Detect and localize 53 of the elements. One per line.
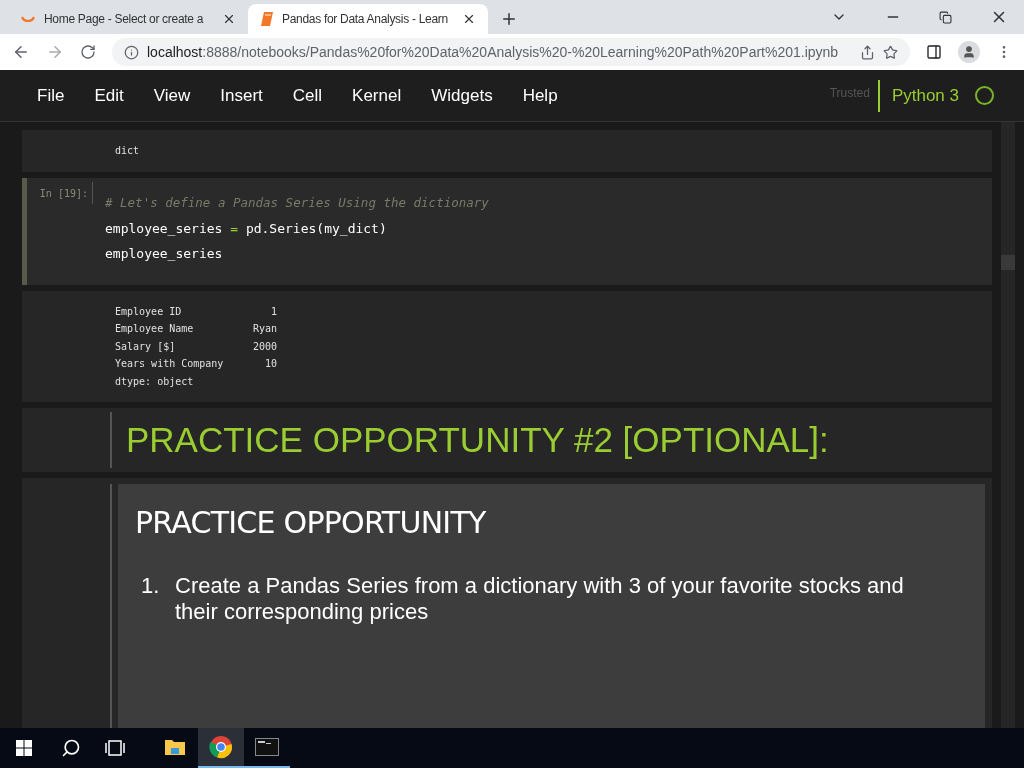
menu-item[interactable]: Cell xyxy=(281,82,334,109)
url-text: localhost:8888/notebooks/Pandas%20for%20Data%20Analysis%20-%20Learning%20Path%20Part%201.ipynb xyxy=(147,42,840,62)
code-line: employee_series xyxy=(105,244,224,263)
output-value: 2000 xyxy=(251,339,277,354)
chrome-icon xyxy=(209,735,233,759)
share-icon[interactable] xyxy=(860,44,875,60)
tab-title: Pandas for Data Analysis - Learn xyxy=(282,11,449,28)
menu-item[interactable]: Help xyxy=(511,82,569,109)
code-comment: # Let's define a Pandas Series Using the dictionary xyxy=(105,193,489,212)
tab-title: Home Page - Select or create a xyxy=(44,11,205,28)
browser-tab[interactable]: Pandas for Data Analysis - Learn xyxy=(248,4,488,34)
menu-item[interactable]: View xyxy=(142,82,202,109)
restore-icon[interactable] xyxy=(939,10,952,24)
menu-item[interactable]: Edit xyxy=(83,82,135,109)
terminal-icon xyxy=(255,738,279,756)
output-text: dict xyxy=(115,144,140,159)
cell-prompt: In [19]: xyxy=(39,186,88,201)
menu-item[interactable]: File xyxy=(26,82,76,109)
code-line: employee_series = pd.Series(my_dict) xyxy=(105,219,388,238)
output-value: 10 xyxy=(263,357,277,372)
book-icon xyxy=(260,11,274,27)
profile-avatar[interactable] xyxy=(958,41,980,63)
new-tab-icon[interactable] xyxy=(500,10,518,28)
search-icon[interactable] xyxy=(61,738,81,758)
windows-icon xyxy=(16,740,32,756)
star-icon[interactable] xyxy=(883,44,898,60)
kernel-name: Python 3 xyxy=(891,84,959,107)
output-value: Ryan xyxy=(251,322,277,337)
menu-item[interactable]: Insert xyxy=(209,82,274,109)
output-label: Employee ID xyxy=(115,304,183,319)
code-cell[interactable]: In [19]: # Let's define a Pandas Series Using the dictionary employee_series = pd.Series(my_dict) employee_series xyxy=(22,177,992,285)
output-label: Salary [$] xyxy=(115,339,177,354)
list-number: 1. xyxy=(140,573,161,600)
info-icon xyxy=(124,44,139,60)
output-value: 1 xyxy=(269,304,277,319)
close-icon[interactable] xyxy=(222,12,236,26)
back-icon[interactable] xyxy=(12,43,30,61)
browser-tab[interactable]: Home Page - Select or create a xyxy=(8,4,248,34)
taskbar-app[interactable] xyxy=(198,728,244,768)
reload-icon[interactable] xyxy=(80,44,96,60)
output-text: dtype: object xyxy=(115,374,194,389)
side-panel-icon[interactable] xyxy=(926,44,942,60)
practice-title: PRACTICE OPPORTUNITY xyxy=(135,504,487,542)
output-label: Years with Company xyxy=(115,357,225,372)
markdown-heading: PRACTICE OPPORTUNITY #2 [OPTIONAL]: xyxy=(126,418,829,461)
list-text: Create a Pandas Series from a dictionary with 3 of your favorite stocks and their corresponding prices xyxy=(175,573,905,625)
menu-item[interactable]: Widgets xyxy=(420,82,504,109)
address-bar[interactable]: localhost:8888/notebooks/Pandas%20for%20Data%20Analysis%20-%20Learning%20Path%20Part%201.ipynb xyxy=(112,38,910,66)
folder-icon xyxy=(164,737,186,757)
menu-item[interactable]: Kernel xyxy=(341,82,413,109)
close-icon[interactable] xyxy=(462,12,476,26)
task-view-icon[interactable] xyxy=(104,740,126,756)
output-label: Employee Name xyxy=(115,322,195,337)
